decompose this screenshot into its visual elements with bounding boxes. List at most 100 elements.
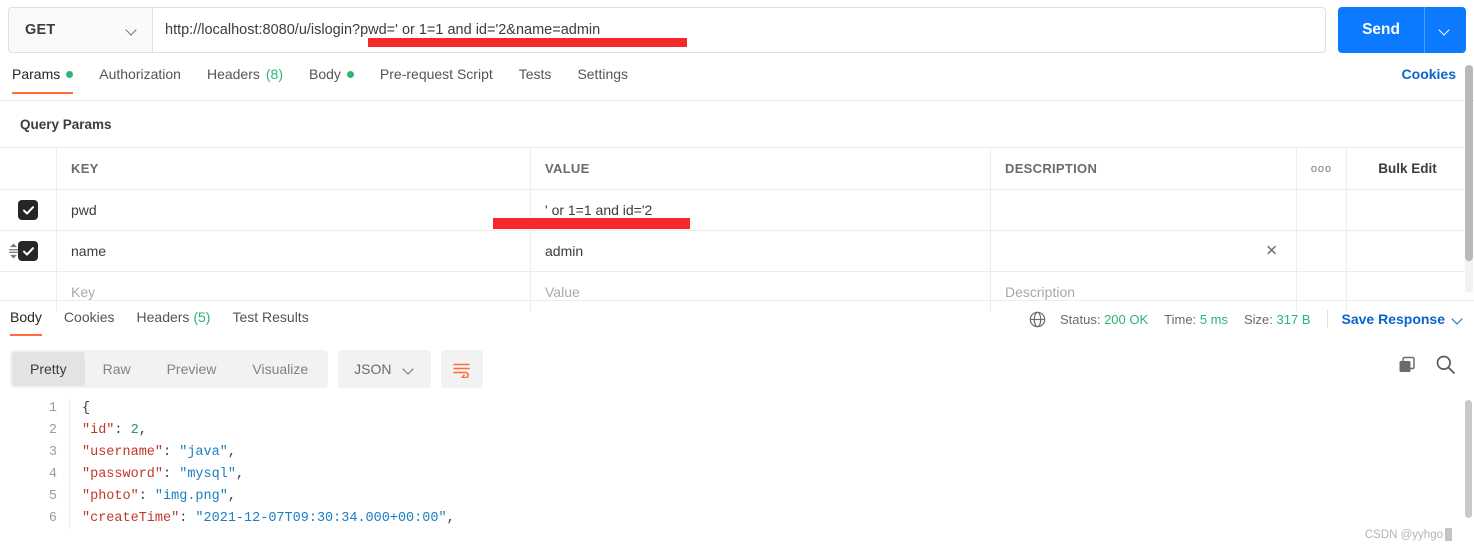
code-token: "password" bbox=[82, 467, 164, 482]
row-description-cell[interactable]: ✕ bbox=[990, 231, 1296, 271]
header-description-cell: DESCRIPTION bbox=[990, 148, 1296, 189]
tab-settings[interactable]: Settings bbox=[577, 63, 628, 93]
header-key-cell: KEY bbox=[56, 148, 530, 189]
row-description-cell[interactable] bbox=[990, 190, 1296, 230]
tab-authorization[interactable]: Authorization bbox=[99, 63, 181, 93]
language-selector[interactable]: JSON bbox=[338, 350, 431, 388]
send-button-group: Send bbox=[1338, 7, 1466, 53]
row-enabled-checkbox[interactable] bbox=[18, 241, 38, 261]
line-number: 1 bbox=[48, 401, 57, 416]
query-params-title: Query Params bbox=[20, 117, 112, 132]
header-checkbox-cell bbox=[0, 148, 56, 189]
save-response-label: Save Response bbox=[1341, 311, 1446, 327]
new-row-value-input[interactable]: Value bbox=[530, 272, 990, 312]
row-key-cell[interactable]: pwd bbox=[56, 190, 530, 230]
view-visualize-button[interactable]: Visualize bbox=[234, 352, 326, 386]
tab-label: Authorization bbox=[99, 66, 181, 82]
send-button[interactable]: Send bbox=[1338, 7, 1424, 53]
code-token: "username" bbox=[82, 445, 164, 460]
tab-count: (5) bbox=[193, 309, 211, 325]
globe-icon bbox=[1029, 311, 1046, 328]
tab-headers[interactable]: Headers (8) bbox=[207, 63, 283, 93]
header-value-cell: VALUE bbox=[530, 148, 990, 189]
code-token: : bbox=[179, 511, 196, 526]
chevron-down-icon bbox=[127, 25, 138, 36]
code-line: "id": 2, bbox=[82, 420, 455, 442]
http-method-selector[interactable]: GET bbox=[8, 7, 152, 53]
response-tab-cookies[interactable]: Cookies bbox=[64, 306, 115, 336]
response-body-scrollbar[interactable] bbox=[1465, 400, 1472, 540]
response-body-viewer[interactable]: 1 2 3 4 5 6 { "id": 2, "username": "java", "p… bbox=[0, 398, 1474, 547]
view-preview-button[interactable]: Preview bbox=[149, 352, 235, 386]
row-enabled-checkbox[interactable] bbox=[18, 200, 38, 220]
response-tab-headers[interactable]: Headers (5) bbox=[137, 306, 211, 336]
response-view-switcher: Pretty Raw Preview Visualize bbox=[10, 350, 329, 388]
row-value-value: ' or 1=1 and id='2 bbox=[545, 202, 653, 218]
row-key-cell[interactable]: name bbox=[56, 231, 530, 271]
response-format-toolbar: Pretty Raw Preview Visualize JSON bbox=[10, 350, 483, 388]
view-raw-button[interactable]: Raw bbox=[85, 352, 149, 386]
column-header-key: KEY bbox=[71, 161, 99, 176]
response-tab-body[interactable]: Body bbox=[10, 306, 42, 336]
code-line: { bbox=[82, 398, 455, 420]
request-url-bar: GET http://localhost:8080/u/islogin?pwd=… bbox=[0, 0, 1474, 60]
word-wrap-icon bbox=[453, 363, 470, 378]
code-token: "2021-12-07T09:30:34.000+00:00" bbox=[195, 511, 447, 526]
row-checkbox-cell bbox=[0, 231, 56, 271]
bulk-edit-button[interactable]: Bulk Edit bbox=[1346, 148, 1468, 189]
scrollbar-thumb[interactable] bbox=[1465, 400, 1472, 518]
drag-handle-icon[interactable] bbox=[7, 243, 20, 260]
postman-window: GET http://localhost:8080/u/islogin?pwd=… bbox=[0, 0, 1474, 547]
line-number: 3 bbox=[48, 445, 57, 460]
request-panel-scrollbar[interactable] bbox=[1465, 65, 1473, 293]
watermark: CSDN @yyhgo bbox=[1365, 528, 1452, 541]
code-token: : bbox=[163, 467, 180, 482]
tab-label: Body bbox=[309, 66, 341, 82]
response-tab-test-results[interactable]: Test Results bbox=[232, 306, 308, 336]
send-options-button[interactable] bbox=[1424, 7, 1466, 53]
tab-label: Pre-request Script bbox=[379, 66, 493, 82]
status-value: 200 OK bbox=[1104, 311, 1149, 327]
modified-dot-icon bbox=[346, 70, 354, 78]
row-options-spacer bbox=[1296, 231, 1346, 271]
tab-pre-request-script[interactable]: Pre-request Script bbox=[380, 63, 493, 93]
url-input[interactable]: http://localhost:8080/u/islogin?pwd=' or… bbox=[152, 7, 1327, 53]
check-icon bbox=[22, 205, 34, 215]
chevron-down-icon bbox=[404, 364, 415, 375]
tab-body[interactable]: Body bbox=[309, 63, 354, 93]
chevron-down-icon bbox=[1453, 314, 1464, 325]
delete-row-button[interactable]: ✕ bbox=[1265, 244, 1278, 259]
code-token: "id" bbox=[82, 423, 115, 438]
modified-dot-icon bbox=[66, 70, 74, 78]
view-pretty-button[interactable]: Pretty bbox=[12, 352, 85, 386]
view-label: Pretty bbox=[30, 361, 67, 377]
tab-label: Tests bbox=[518, 66, 552, 82]
divider bbox=[1326, 310, 1328, 328]
copy-icon[interactable] bbox=[1397, 355, 1417, 375]
row-actions-spacer bbox=[1346, 272, 1468, 312]
word-wrap-button[interactable] bbox=[440, 350, 483, 388]
new-row-description-input[interactable]: Description bbox=[990, 272, 1296, 312]
tab-params[interactable]: Params bbox=[12, 63, 74, 94]
cookies-link[interactable]: Cookies bbox=[1402, 66, 1456, 82]
code-token: : bbox=[138, 489, 155, 504]
tab-tests[interactable]: Tests bbox=[519, 63, 552, 93]
response-status-bar: Status: 200 OK Time: 5 ms Size: 317 B Sa… bbox=[1029, 310, 1464, 328]
line-number: 2 bbox=[48, 423, 57, 438]
table-row: pwd ' or 1=1 and id='2 bbox=[0, 189, 1468, 230]
watermark-cursor bbox=[1445, 528, 1452, 541]
time-badge: Time: 5 ms bbox=[1164, 312, 1228, 327]
scrollbar-thumb[interactable] bbox=[1465, 65, 1473, 261]
code-token: { bbox=[82, 401, 91, 416]
row-value-cell[interactable]: admin bbox=[530, 231, 990, 271]
search-icon[interactable] bbox=[1435, 354, 1456, 375]
table-options-button[interactable]: ooo bbox=[1296, 148, 1346, 189]
tab-label: Settings bbox=[577, 66, 629, 82]
row-value-value: admin bbox=[545, 243, 584, 259]
save-response-button[interactable]: Save Response bbox=[1342, 311, 1465, 327]
code-token: , bbox=[446, 511, 455, 526]
line-number: 4 bbox=[48, 467, 57, 482]
code-token: : bbox=[114, 423, 131, 438]
row-options-spacer bbox=[1296, 272, 1346, 312]
column-header-description: DESCRIPTION bbox=[1005, 161, 1098, 176]
